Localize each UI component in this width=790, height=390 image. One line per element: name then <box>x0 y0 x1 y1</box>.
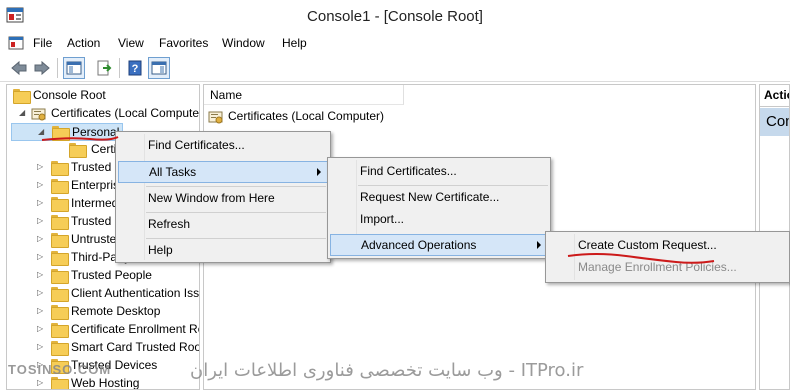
folder-icon <box>51 179 69 194</box>
menu-window[interactable]: Window <box>222 36 265 50</box>
console-menu-icon[interactable] <box>8 35 24 51</box>
forward-icon <box>34 60 50 76</box>
menu-separator <box>146 238 326 239</box>
tree-label: Console Root <box>33 88 106 102</box>
menu-item-find-certificates[interactable]: Find Certificates... <box>118 135 328 157</box>
back-icon <box>11 60 27 76</box>
title-bar: Console1 - [Console Root] <box>0 0 790 32</box>
menu-view[interactable]: View <box>118 36 144 50</box>
toolbar-separator <box>57 58 58 78</box>
folder-icon <box>51 269 69 284</box>
help-button[interactable]: ? <box>124 57 146 79</box>
show-hide-tree-button[interactable] <box>63 57 85 79</box>
window-title: Console1 - [Console Root] <box>307 8 483 25</box>
menu-separator <box>358 185 548 186</box>
folder-icon <box>51 287 69 302</box>
menu-action[interactable]: Action <box>67 36 100 50</box>
export-list-icon <box>97 60 112 76</box>
column-header-name[interactable]: Name <box>204 85 404 105</box>
mmc-window: Console1 - [Console Root] File Action Vi… <box>0 0 790 390</box>
help-icon: ? <box>128 60 142 76</box>
svg-text:?: ? <box>132 63 139 75</box>
context-menu: Find Certificates... All Tasks New Windo… <box>115 131 331 263</box>
show-hide-action-pane-button[interactable] <box>148 57 170 79</box>
annotation-underline <box>567 253 715 264</box>
folder-icon <box>51 323 69 338</box>
tree-label: Smart Card Trusted Roots <box>71 340 200 354</box>
menu-item-import[interactable]: Import... <box>330 209 548 231</box>
certificate-store-icon <box>208 111 223 124</box>
menu-item-help[interactable]: Help <box>118 240 328 262</box>
folder-icon <box>51 341 69 356</box>
collapsed-arrow-icon[interactable]: ▷ <box>37 234 45 244</box>
submenu-arrow-icon <box>317 168 321 176</box>
menu-help[interactable]: Help <box>282 36 307 50</box>
submenu-arrow-icon <box>537 241 541 249</box>
toolbar-separator <box>119 58 120 78</box>
menu-item-advanced-operations[interactable]: Advanced Operations <box>330 234 548 256</box>
collapsed-arrow-icon[interactable]: ▷ <box>37 324 45 334</box>
collapsed-arrow-icon[interactable]: ▷ <box>37 216 45 226</box>
menu-separator <box>146 212 326 213</box>
collapsed-arrow-icon[interactable]: ▷ <box>37 180 45 190</box>
menu-item-label: Advanced Operations <box>361 238 477 252</box>
folder-icon <box>51 233 69 248</box>
certificate-store-icon <box>31 108 46 121</box>
menu-item-refresh[interactable]: Refresh <box>118 214 328 236</box>
tree-label: Certificate Enrollment Requests <box>71 322 199 336</box>
list-item-label: Certificates (Local Computer) <box>228 109 385 123</box>
menu-item-label: All Tasks <box>149 165 197 179</box>
folder-icon <box>51 305 69 320</box>
watermark-logo-text: TOSINSO.COM <box>8 362 112 377</box>
menu-item-new-window[interactable]: New Window from Here <box>118 188 328 210</box>
export-list-button[interactable] <box>93 57 115 79</box>
show-hide-tree-icon <box>66 61 82 75</box>
expanded-arrow-icon[interactable]: ◢ <box>19 108 27 118</box>
annotation-underline <box>41 136 119 141</box>
menu-item-find-certificates[interactable]: Find Certificates... <box>330 161 548 183</box>
folder-icon <box>51 161 69 176</box>
tree-label: Trusted People <box>71 268 152 282</box>
actions-section-console-root[interactable]: Console Root <box>760 108 789 136</box>
collapsed-arrow-icon[interactable]: ▷ <box>37 306 45 316</box>
all-tasks-submenu: Find Certificates... Request New Certifi… <box>327 157 551 259</box>
menu-item-all-tasks[interactable]: All Tasks <box>118 161 328 183</box>
collapsed-arrow-icon[interactable]: ▷ <box>37 378 45 388</box>
folder-icon <box>51 197 69 212</box>
tree-label: Client Authentication Issuers <box>71 286 200 300</box>
folder-icon <box>51 215 69 230</box>
watermark-site-text: وب سایت تخصصی فناوری اطلاعات ایران - ITP… <box>190 360 584 381</box>
folder-icon <box>13 89 31 104</box>
collapsed-arrow-icon[interactable]: ▷ <box>37 162 45 172</box>
menu-item-request-new-certificate[interactable]: Request New Certificate... <box>330 187 548 209</box>
collapsed-arrow-icon[interactable]: ▷ <box>37 198 45 208</box>
show-hide-action-pane-icon <box>151 61 167 75</box>
tree-label: Web Hosting <box>71 376 140 390</box>
back-button[interactable] <box>8 57 30 79</box>
collapsed-arrow-icon[interactable]: ▷ <box>37 342 45 352</box>
collapsed-arrow-icon[interactable]: ▷ <box>37 252 45 262</box>
collapsed-arrow-icon[interactable]: ▷ <box>37 270 45 280</box>
menu-favorites[interactable]: Favorites <box>159 36 208 50</box>
folder-icon <box>51 377 69 389</box>
tree-label: Certificates (Local Computer) <box>51 106 200 120</box>
forward-button[interactable] <box>31 57 53 79</box>
menu-separator <box>146 186 326 187</box>
menu-file[interactable]: File <box>33 36 52 50</box>
actions-header: Actions <box>760 85 789 107</box>
folder-icon <box>69 143 87 158</box>
collapsed-arrow-icon[interactable]: ▷ <box>37 288 45 298</box>
folder-icon <box>51 251 69 266</box>
tree-label: Remote Desktop <box>71 304 161 318</box>
